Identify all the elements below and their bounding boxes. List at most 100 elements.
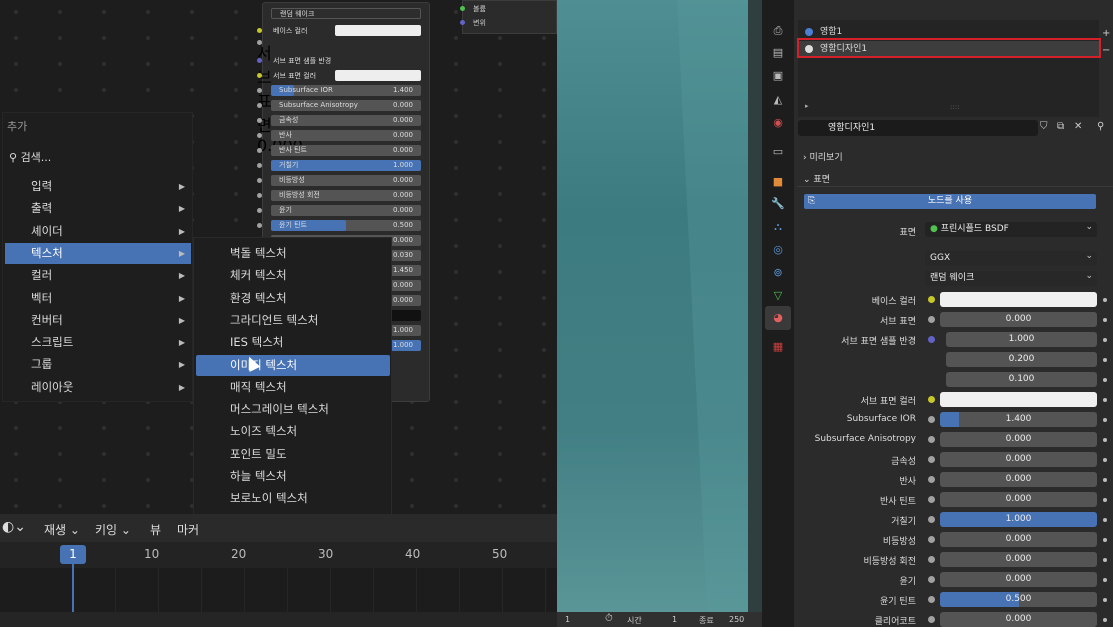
texture-submenu-item[interactable]: 환경 텍스처 <box>196 288 390 309</box>
property-field[interactable]: 0.000 <box>940 492 1097 507</box>
property-field[interactable]: 0.000 <box>940 532 1097 547</box>
material-name-field[interactable]: 영함디자인1 <box>798 120 1038 136</box>
property-socket[interactable] <box>928 476 935 483</box>
preview-section[interactable]: › 미리보기 <box>803 150 843 163</box>
keying-menu[interactable]: 키잉 ⌄ <box>95 521 131 538</box>
node-socket[interactable] <box>257 103 262 108</box>
node-socket[interactable] <box>257 193 262 198</box>
texture-submenu-item[interactable]: 하늘 텍스처 <box>196 466 390 487</box>
frame-value[interactable]: 1 <box>672 615 677 624</box>
surface-section[interactable]: ⌄ 표면 <box>803 172 830 185</box>
keyframe-dot-icon[interactable] <box>1103 378 1107 382</box>
texture-submenu-item[interactable]: 그라디언트 텍스처 <box>196 310 390 331</box>
node-socket[interactable] <box>257 223 262 228</box>
add-menu-item[interactable]: 텍스처 ▶ <box>5 242 191 264</box>
fake-user-icon[interactable]: ⛉ <box>1040 121 1048 132</box>
output-icon[interactable]: ▤ <box>771 46 785 60</box>
node-socket[interactable] <box>460 20 465 25</box>
node-socket[interactable] <box>257 118 262 123</box>
property-socket[interactable] <box>928 556 935 563</box>
property-field[interactable]: 0.000 <box>940 472 1097 487</box>
keyframe-dot-icon[interactable] <box>1103 598 1107 602</box>
texture-submenu-item[interactable]: 매직 텍스처 <box>196 377 390 398</box>
add-menu-item[interactable]: 컨버터 ▶ <box>5 310 191 331</box>
keyframe-dot-icon[interactable] <box>1103 478 1107 482</box>
add-menu-search[interactable]: ⚲ 검색... <box>9 149 51 165</box>
unlink-icon[interactable]: ✕ <box>1074 121 1082 132</box>
surface-shader-field[interactable]: ● 프린시플드 BSDF <box>925 222 1097 237</box>
use-nodes-button[interactable]: ⎘ 노드를 사용 <box>804 194 1096 209</box>
texture-submenu-item[interactable]: 이미지 텍스처 <box>196 354 390 376</box>
texture-submenu-item[interactable]: 벽돌 텍스처 <box>196 243 390 264</box>
keyframe-dot-icon[interactable] <box>1103 458 1107 462</box>
node-field[interactable]: 거칠기 1.000 <box>271 160 421 171</box>
property-socket[interactable] <box>928 536 935 543</box>
keyframe-dot-icon[interactable] <box>1103 338 1107 342</box>
keyframe-dot-icon[interactable] <box>1103 418 1107 422</box>
playback-menu[interactable]: 재생 ⌄ <box>44 521 80 538</box>
node-field[interactable]: Subsurface IOR 1.400 <box>271 85 421 96</box>
node-socket[interactable] <box>257 58 262 63</box>
marker-menu[interactable]: 마커 <box>177 521 199 538</box>
keyframe-dot-icon[interactable] <box>1103 498 1107 502</box>
node-field[interactable]: 윤기 틴트 0.500 <box>271 220 421 231</box>
property-field[interactable]: 1.000 <box>940 512 1097 527</box>
slot-add-icon[interactable]: + <box>1102 28 1110 39</box>
duplicate-icon[interactable]: ⧉ <box>1057 121 1064 132</box>
texture-submenu-item[interactable]: 체커 텍스처 <box>196 265 390 286</box>
property-socket[interactable] <box>928 596 935 603</box>
material-output-node[interactable]: 볼륨 변위 <box>460 0 557 34</box>
collection-icon[interactable]: ▭ <box>771 145 785 159</box>
property-socket[interactable] <box>928 316 935 323</box>
texture-submenu-item[interactable]: IES 텍스처 <box>196 332 390 353</box>
keyframe-dot-icon[interactable] <box>1103 438 1107 442</box>
property-field[interactable]: 0.000 <box>940 552 1097 567</box>
timeline-track[interactable] <box>0 568 557 612</box>
node-field[interactable]: 비등방성 회전 0.000 <box>271 190 421 201</box>
property-socket[interactable] <box>928 456 935 463</box>
keyframe-dot-icon[interactable] <box>1103 318 1107 322</box>
property-socket[interactable] <box>928 336 935 343</box>
end-frame[interactable]: 250 <box>729 615 744 624</box>
current-frame-marker[interactable]: 1 <box>60 545 86 564</box>
keyframe-dot-icon[interactable] <box>1103 298 1107 302</box>
property-field[interactable]: 0.100 <box>946 372 1097 387</box>
view-layer-icon[interactable]: ▣ <box>771 69 785 83</box>
property-socket[interactable] <box>928 516 935 523</box>
add-menu-item[interactable]: 셰이더 ▶ <box>5 221 191 242</box>
property-field[interactable]: 0.000 <box>940 452 1097 467</box>
subsurface-method-dropdown[interactable]: 랜덤 웨이크 <box>925 271 1097 286</box>
node-field[interactable]: 서브 표면0.000 <box>257 40 303 155</box>
editor-type-icon[interactable]: ◐⌄ <box>2 519 26 535</box>
node-field[interactable]: 랜덤 웨이크 <box>271 8 421 19</box>
add-menu-item[interactable]: 스크립트 ▶ <box>5 332 191 353</box>
list-expand-icon[interactable]: ▸ <box>805 102 809 110</box>
physics-icon[interactable]: ◎ <box>771 243 785 257</box>
texture-submenu-item[interactable]: 포인트 밀도 <box>196 444 390 465</box>
property-socket[interactable] <box>928 416 935 423</box>
property-field[interactable]: 1.000 <box>946 332 1097 347</box>
keyframe-dot-icon[interactable] <box>1103 578 1107 582</box>
timeline-scrollbar[interactable] <box>0 612 557 627</box>
3d-viewport[interactable] <box>557 0 748 612</box>
slot-remove-icon[interactable]: − <box>1102 45 1110 56</box>
node-socket[interactable] <box>460 6 465 11</box>
world-icon[interactable]: ◉ <box>771 116 785 130</box>
texture-submenu-item[interactable]: 머스그레이브 텍스처 <box>196 399 390 420</box>
add-menu-item[interactable]: 레이아웃 ▶ <box>5 377 191 398</box>
add-menu-item[interactable]: 컬러 ▶ <box>5 265 191 286</box>
property-field[interactable] <box>940 292 1097 307</box>
node-socket[interactable] <box>257 148 262 153</box>
property-socket[interactable] <box>928 396 935 403</box>
property-socket[interactable] <box>928 436 935 443</box>
keyframe-dot-icon[interactable] <box>1103 518 1107 522</box>
property-field[interactable]: 0.000 <box>940 312 1097 327</box>
texture-submenu-item[interactable]: 노이즈 텍스처 <box>196 421 390 442</box>
node-socket[interactable] <box>257 28 262 33</box>
texture-submenu-item[interactable]: 보로노이 텍스처 <box>196 488 390 509</box>
node-field[interactable]: 윤기 0.000 <box>271 205 421 216</box>
node-field[interactable]: 반사 0.000 <box>271 130 421 141</box>
property-field[interactable]: 1.400 <box>940 412 1097 427</box>
node-socket[interactable] <box>257 88 262 93</box>
object-icon[interactable]: ■ <box>771 175 785 189</box>
